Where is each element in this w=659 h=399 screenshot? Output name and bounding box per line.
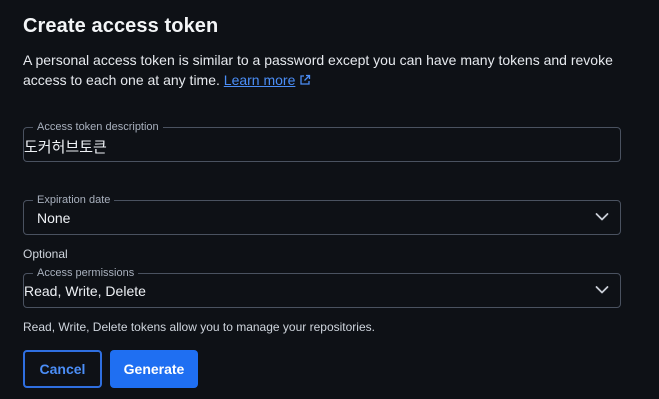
cancel-button[interactable]: Cancel — [23, 350, 102, 388]
expiration-date-select[interactable]: Expiration date None — [23, 193, 621, 235]
dialog-title: Create access token — [23, 15, 219, 37]
description-text: A personal access token is similar to a … — [23, 52, 613, 88]
token-description-legend: Access token description — [33, 120, 163, 134]
access-permissions-select[interactable]: Access permissions Read, Write, Delete — [23, 266, 621, 308]
dialog-description: A personal access token is similar to a … — [23, 50, 623, 90]
chevron-down-icon — [595, 213, 609, 221]
access-permissions-value: Read, Write, Delete — [24, 283, 146, 299]
permissions-helper-text: Read, Write, Delete tokens allow you to … — [23, 320, 375, 334]
token-description-value: 도커허브토큰 — [24, 138, 107, 156]
learn-more-label: Learn more — [223, 72, 296, 88]
chevron-down-icon — [595, 286, 609, 294]
optional-label: Optional — [23, 247, 68, 261]
learn-more-link[interactable]: Learn more — [224, 72, 312, 88]
external-link-icon — [300, 74, 311, 85]
token-description-field[interactable]: Access token description 도커허브토큰 — [23, 120, 621, 162]
expiration-date-legend: Expiration date — [33, 193, 115, 207]
generate-button[interactable]: Generate — [110, 350, 198, 388]
expiration-date-value: None — [37, 210, 71, 226]
access-permissions-legend: Access permissions — [33, 266, 139, 280]
create-access-token-dialog: Create access token A personal access to… — [0, 0, 659, 399]
